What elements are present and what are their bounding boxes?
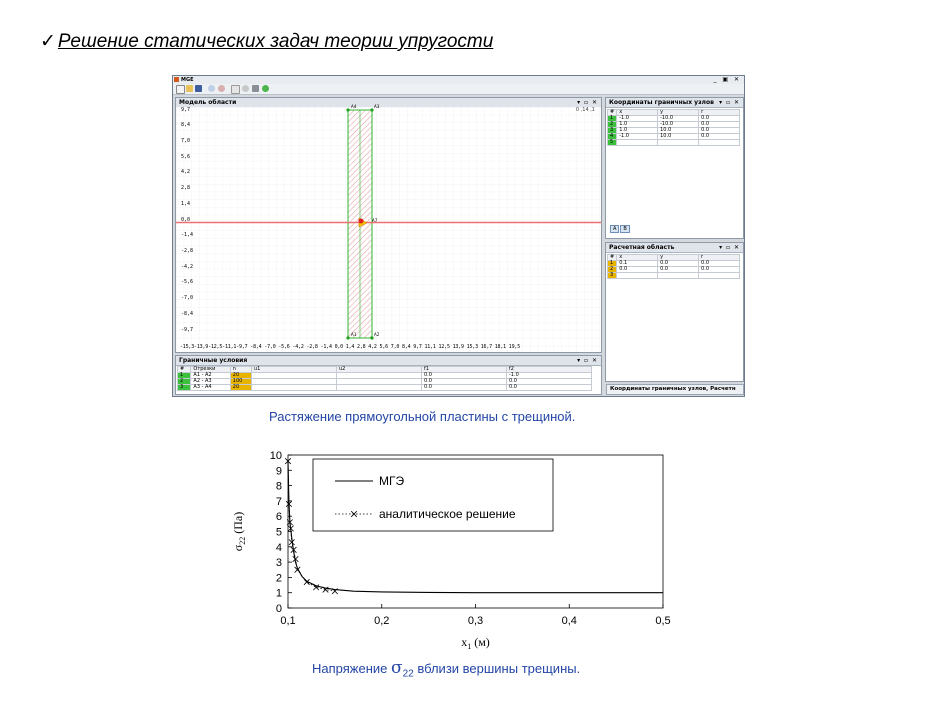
y-tick-label: 2 xyxy=(276,572,282,584)
settings-icon[interactable] xyxy=(242,85,249,92)
y-tick: -7,0 xyxy=(181,295,194,301)
panel-controls[interactable]: ▾ ▫ ✕ xyxy=(577,356,598,365)
y-axis-label: σ22 (Па) xyxy=(231,512,247,551)
node-label: A1 xyxy=(351,333,357,338)
boundary-conditions-panel: Граничные условия ▾ ▫ ✕ # Отрезки n u1 u… xyxy=(175,355,602,395)
chart-caption-sub: 22 xyxy=(402,668,414,680)
model-panel-title: Модель области xyxy=(179,99,237,106)
model-panel: Модель области ▾ ▫ ✕ 0 ,14 ,1 9,7 8,4 7,… xyxy=(175,97,602,353)
slide-title-text: Решение статических задач теории упругос… xyxy=(57,31,494,52)
x-tick-labels: -15,3-13,9-12,5-11,1-9,7 -8,4 -7,0 -5,6 … xyxy=(180,344,521,350)
boundary-coords-title: Координаты граничных узлов xyxy=(609,99,714,106)
y-tick-label: 0 xyxy=(276,603,282,615)
chart-caption: Напряжение σ22 вблизи вершины трещины. xyxy=(312,658,580,680)
y-tick: 1,4 xyxy=(181,201,191,207)
boundary-conditions-header: Граничные условия ▾ ▫ ✕ xyxy=(176,356,601,366)
coord-tabs: AB xyxy=(610,225,631,233)
y-tick: 7,0 xyxy=(181,138,191,144)
docked-tabs-bar[interactable]: Координаты граничных узлов, Расчетн xyxy=(606,384,744,395)
legend-mge-label: МГЭ xyxy=(379,474,404,488)
panel-controls[interactable]: ▾ ▫ ✕ xyxy=(719,243,740,252)
sigma22-chart: 0 1 2 3 4 5 6 7 8 9 10 0,1 0,2 0,3 0,4 0,5 x1 (м) σ22 (Па… xyxy=(231,450,671,651)
open-file-icon[interactable] xyxy=(186,85,193,92)
y-tick: -2,8 xyxy=(181,248,194,254)
y-tick: 4,2 xyxy=(181,169,191,175)
y-tick-label: 8 xyxy=(276,481,282,493)
calc-region-title: Расчетная область xyxy=(609,244,675,251)
y-tick: -4,2 xyxy=(181,264,194,270)
table-row[interactable]: 5 xyxy=(606,139,740,146)
node-label: A7 xyxy=(372,219,378,224)
y-tick-label: 5 xyxy=(276,527,282,539)
calc-region-header: Расчетная область ▾ ▫ ✕ xyxy=(606,243,743,253)
zoom-in-icon[interactable] xyxy=(208,85,215,92)
coord-readout: 0 ,14 ,1 xyxy=(575,107,595,113)
x-tick-label: 0,5 xyxy=(655,615,670,627)
pan-icon[interactable] xyxy=(231,85,240,94)
chart-caption-pre: Напряжение xyxy=(312,661,391,676)
y-tick: 5,6 xyxy=(181,154,191,160)
boundary-coords-table[interactable]: # x y r 1 -1.0 -10.0 0.0 2 1.0 -10.0 0.0 3 1.0 1… xyxy=(606,109,740,146)
panel-controls[interactable]: ▾ ▫ ✕ xyxy=(577,98,598,107)
x-tick-label: 0,2 xyxy=(374,615,389,627)
y-tick: 2,8 xyxy=(181,185,191,191)
legend-analytic-label: аналитическое решение xyxy=(379,507,516,521)
title-bar: MGE _ ▣ ✕ xyxy=(173,76,744,84)
docked-tabs-label: Координаты граничных узлов, Расчетн xyxy=(610,386,736,392)
table-row[interactable]: 3 A3 - A4 20 0.0 0.0 xyxy=(176,384,592,391)
x-tick-label: 0,4 xyxy=(562,615,577,627)
calc-region-table[interactable]: # x y r 1 0.1 0.0 0.0 2 0.0 0.0 0.0 3 xyxy=(606,254,740,279)
boundary-coords-header: Координаты граничных узлов ▾ ▫ ✕ xyxy=(606,98,743,108)
app-title: MGE xyxy=(181,77,194,83)
boundary-conditions-table[interactable]: # Отрезки n u1 u2 f1 f2 1 A1 - A2 20 0.0… xyxy=(176,366,592,391)
node-label: A3 xyxy=(374,105,380,110)
x-tick-label: 0,3 xyxy=(468,615,483,627)
chart-caption-sigma: σ xyxy=(391,658,403,678)
boundary-coords-panel: Координаты граничных узлов ▾ ▫ ✕ # x y r… xyxy=(605,97,744,239)
y-tick: 9,7 xyxy=(181,107,191,113)
y-tick: -8,4 xyxy=(181,311,194,317)
window-controls[interactable]: _ ▣ ✕ xyxy=(713,76,741,83)
calc-region-panel: Расчетная область ▾ ▫ ✕ # x y r 1 0.1 0.0 0… xyxy=(605,242,744,382)
y-tick: 8,4 xyxy=(181,122,191,128)
run-icon[interactable] xyxy=(262,85,269,92)
x-tick-label: 0,1 xyxy=(280,615,295,627)
y-tick-label: 3 xyxy=(276,557,282,569)
y-tick-label: 4 xyxy=(276,542,282,554)
save-icon[interactable] xyxy=(195,85,202,92)
y-tick: -1,4 xyxy=(181,232,194,238)
y-tick-label: 10 xyxy=(270,450,282,462)
screenshot-caption: Растяжение прямоугольной пластины с трещ… xyxy=(269,409,576,424)
new-file-icon[interactable] xyxy=(176,85,185,94)
check-mark-icon: ✓ xyxy=(40,31,56,52)
app-window: MGE _ ▣ ✕ Модель области ▾ ▫ ✕ 0 ,14 ,1 … xyxy=(172,75,745,397)
panel-controls[interactable]: ▾ ▫ ✕ xyxy=(719,98,740,107)
x-axis-label: x1 (м) xyxy=(461,635,490,651)
toolbar xyxy=(173,84,744,95)
y-tick: 0,0 xyxy=(181,217,191,223)
y-tick: -9,7 xyxy=(181,327,194,333)
table-row[interactable]: 3 xyxy=(606,272,740,279)
boundary-conditions-title: Граничные условия xyxy=(179,357,248,364)
y-tick-label: 1 xyxy=(276,588,282,600)
tab-b[interactable]: B xyxy=(620,225,630,233)
app-icon xyxy=(174,77,179,82)
y-tick: -5,6 xyxy=(181,279,194,285)
slide-title: ✓ Решение статических задач теории упруго… xyxy=(40,30,493,53)
chart-caption-post: вблизи вершины трещины. xyxy=(413,661,581,676)
tab-a[interactable]: A xyxy=(610,225,620,233)
model-canvas[interactable]: 0 ,14 ,1 9,7 8,4 7,0 5,6 4,2 2,8 1,4 0,0… xyxy=(176,105,601,352)
node-label: A4 xyxy=(351,105,357,110)
grid-icon[interactable] xyxy=(252,85,259,92)
model-grid xyxy=(176,107,601,352)
node-label: A2 xyxy=(374,333,380,338)
zoom-out-icon[interactable] xyxy=(218,85,225,92)
y-tick-label: 7 xyxy=(276,496,282,508)
y-tick-label: 9 xyxy=(276,465,282,477)
y-tick-label: 6 xyxy=(276,511,282,523)
